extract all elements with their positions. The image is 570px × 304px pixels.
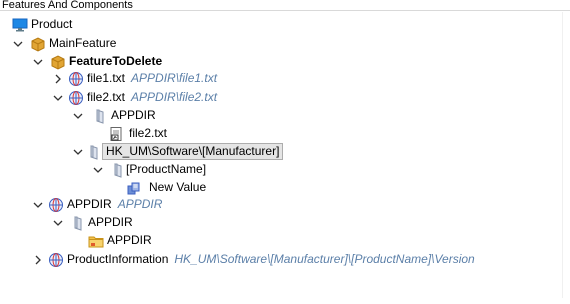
chevron-down-icon[interactable] — [72, 106, 84, 125]
tree-item-path: APPDIR\file2.txt — [131, 90, 218, 104]
panel-title: Features And Components — [0, 0, 570, 11]
chevron-down-icon[interactable] — [92, 160, 104, 179]
chevron-down-icon[interactable] — [32, 195, 44, 214]
tree-item-file2-appdir[interactable]: APPDIR — [72, 106, 156, 125]
chevron-down-icon[interactable] — [72, 142, 84, 161]
globe-component-icon — [48, 252, 64, 268]
registry-value-icon — [126, 180, 142, 196]
tree-item-product-information[interactable]: ProductInformation HK_UM\Software\[Manuf… — [32, 250, 475, 269]
tree-item-main-feature[interactable]: MainFeature — [12, 34, 116, 53]
pale-folder-icon — [110, 162, 126, 178]
tree-item-path: HK_UM\Software\[Manufacturer]\[ProductNa… — [174, 252, 475, 266]
tree-item-appdir-component[interactable]: APPDIR APPDIR — [32, 195, 162, 214]
tree-item-appdir-subfolder[interactable]: APPDIR — [88, 231, 152, 250]
tree-item-appdir-folder[interactable]: APPDIR — [52, 213, 133, 232]
feature-box-icon — [30, 36, 46, 52]
pale-folder-icon — [92, 108, 108, 124]
vertical-scrollbar[interactable] — [562, 12, 568, 298]
tree-item-label: APPDIR — [88, 215, 133, 229]
tree-item-file1[interactable]: file1.txt APPDIR\file1.txt — [52, 69, 217, 88]
chevron-right-icon[interactable] — [32, 250, 44, 269]
tree-item-label: file2.txt — [87, 90, 126, 104]
tree-item-label: file2.txt — [129, 126, 168, 140]
tree-item-path: APPDIR\file1.txt — [131, 71, 218, 85]
chevron-down-icon[interactable] — [52, 213, 64, 232]
pale-folder-icon — [70, 215, 86, 231]
tree-item-registry-key[interactable]: HK_UM\Software\[Manufacturer] — [72, 142, 284, 161]
tree-item-label: Product — [31, 17, 73, 31]
file-shortcut-icon — [108, 126, 124, 142]
tree-item-label: [ProductName] — [126, 162, 207, 176]
tree-item-label: APPDIR — [111, 108, 156, 122]
feature-box-icon — [50, 54, 66, 70]
tree-item-label: APPDIR — [67, 197, 112, 211]
tree-item-product-name-key[interactable]: [ProductName] — [92, 160, 206, 179]
tree-item-label: HK_UM\Software\[Manufacturer] — [102, 143, 284, 160]
tree-item-product[interactable]: Product — [12, 15, 72, 34]
tree-item-path: APPDIR — [117, 197, 163, 211]
tree-item-label: file1.txt — [87, 71, 126, 85]
chevron-down-icon[interactable] — [32, 52, 44, 71]
pale-folder-icon — [86, 144, 102, 160]
globe-component-icon — [48, 197, 64, 213]
monitor-icon — [12, 17, 28, 33]
tree-item-label: ProductInformation — [67, 252, 169, 266]
tree-item-file2-leaf[interactable]: file2.txt — [108, 124, 167, 143]
chevron-down-icon[interactable] — [12, 34, 24, 53]
tree-item-label: APPDIR — [107, 233, 152, 247]
globe-component-icon — [68, 90, 84, 106]
yellow-folder-icon — [88, 233, 104, 249]
tree-item-file2[interactable]: file2.txt APPDIR\file2.txt — [52, 88, 217, 107]
chevron-down-icon[interactable] — [52, 88, 64, 107]
chevron-right-icon[interactable] — [52, 69, 64, 88]
tree-item-label: MainFeature — [49, 36, 117, 50]
globe-component-icon — [68, 71, 84, 87]
